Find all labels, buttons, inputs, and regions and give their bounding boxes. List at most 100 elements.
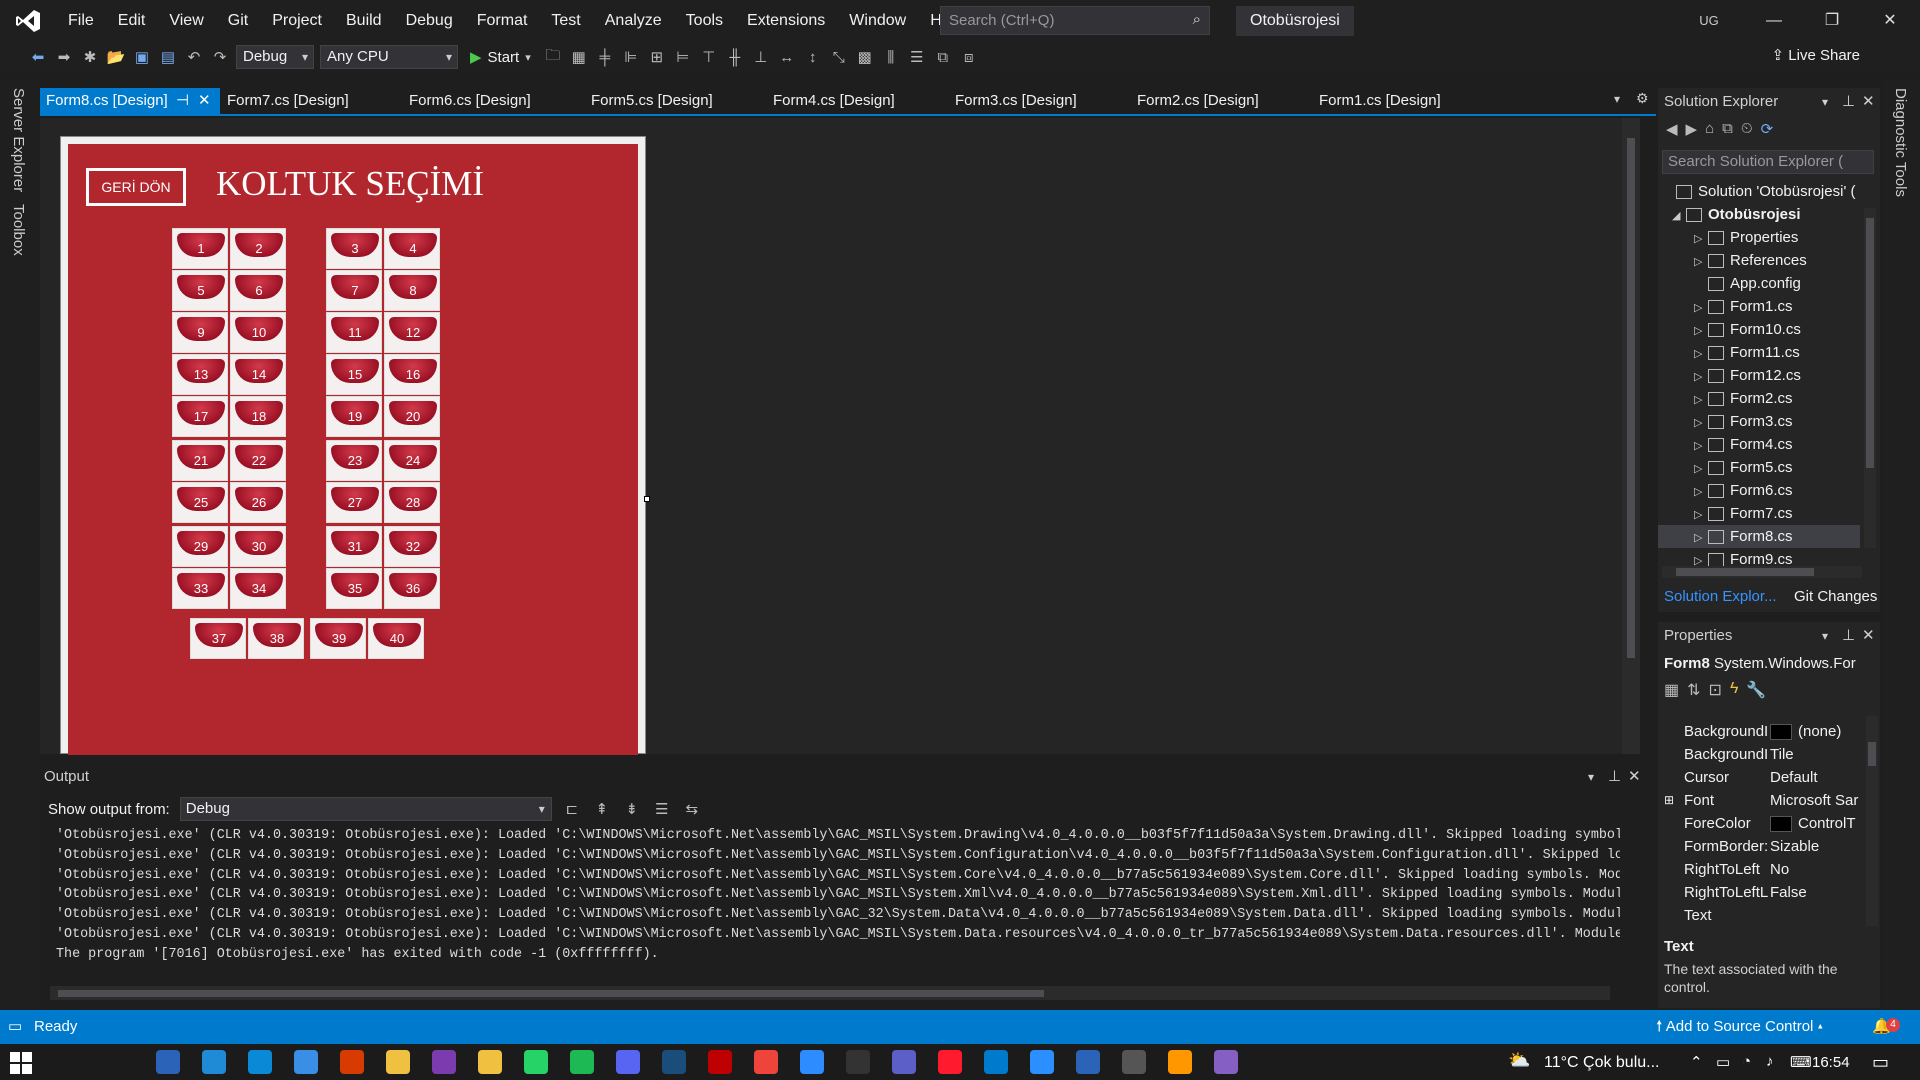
new-project-icon[interactable]: ✱ [80, 48, 100, 66]
menu-git[interactable]: Git [216, 0, 260, 42]
snap-grid-icon[interactable]: ▩ [855, 48, 875, 66]
tab-order-icon[interactable]: ▦ [569, 48, 589, 66]
tree-item-solution[interactable]: Solution 'Otobüsrojesi' ( [1658, 180, 1860, 203]
seat-button[interactable]: 1 [172, 228, 228, 269]
seat-button[interactable]: 20 [384, 396, 440, 437]
dock-icon[interactable] [1122, 1050, 1146, 1074]
sublime-icon[interactable] [1168, 1050, 1192, 1074]
panel-menu-icon[interactable]: ▾ [1588, 762, 1594, 792]
seat-button[interactable]: 16 [384, 354, 440, 395]
tree-item-form12-cs[interactable]: ▷ Form12.cs [1658, 364, 1860, 387]
expand-arrow-icon[interactable]: ▷ [1694, 343, 1708, 366]
seat-button[interactable]: 12 [384, 312, 440, 353]
forward-icon[interactable]: ▶ [1686, 120, 1698, 138]
filezilla-icon[interactable] [708, 1050, 732, 1074]
tab-overflow-icon[interactable]: ▾ [1614, 92, 1620, 106]
seat-button[interactable]: 37 [190, 618, 246, 659]
tray-chevron-up-icon[interactable]: ⌃ [1690, 1053, 1703, 1071]
discord-icon[interactable] [616, 1050, 640, 1074]
seat-button[interactable]: 8 [384, 270, 440, 311]
expand-arrow-icon[interactable]: ▷ [1694, 228, 1708, 251]
tree-item-form10-cs[interactable]: ▷ Form10.cs [1658, 318, 1860, 341]
tree-item-form11-cs[interactable]: ▷ Form11.cs [1658, 341, 1860, 364]
diagnostic-tools-tab[interactable]: Diagnostic Tools [1892, 88, 1909, 197]
property-row[interactable]: Text [1658, 904, 1866, 927]
whatsapp-icon[interactable] [524, 1050, 548, 1074]
bring-front-icon[interactable]: ⧉ [933, 49, 953, 66]
panel-menu-icon[interactable]: ▾ [1822, 622, 1828, 650]
expand-arrow-icon[interactable]: ▷ [1694, 527, 1708, 550]
tab-settings-gear-icon[interactable]: ⚙ [1636, 90, 1649, 107]
seat-button[interactable]: 24 [384, 440, 440, 481]
tree-horizontal-scrollbar[interactable] [1662, 566, 1862, 578]
properties-view-icon[interactable]: ⊡ [1709, 680, 1722, 700]
wifi-icon[interactable]: ◔ [1742, 1053, 1751, 1070]
close-panel-icon[interactable]: ✕ [1862, 88, 1875, 116]
same-height-icon[interactable]: ↕ [803, 49, 823, 66]
pin-panel-icon[interactable]: ⊥ [1608, 762, 1621, 792]
pending-changes-filter-icon[interactable]: ⏲ [1741, 120, 1753, 138]
seat-button[interactable]: 40 [368, 618, 424, 659]
tree-item-properties[interactable]: ▷ Properties [1658, 226, 1860, 249]
mail-icon[interactable] [294, 1050, 318, 1074]
seat-button[interactable]: 2 [230, 228, 286, 269]
seat-button[interactable]: 32 [384, 526, 440, 567]
close-tab-icon[interactable]: ✕ [198, 88, 211, 114]
resize-handle[interactable] [644, 496, 650, 502]
seat-button[interactable]: 22 [230, 440, 286, 481]
properties-object-select[interactable]: Form8 System.Windows.For [1664, 652, 1876, 676]
property-row[interactable]: ⊞ Font Microsoft Sar [1658, 789, 1866, 812]
action-center-icon[interactable]: ▭ [1872, 1052, 1889, 1073]
send-back-icon[interactable]: ⧈ [959, 49, 979, 66]
tab-form1-design[interactable]: Form1.cs [Design] [1313, 88, 1493, 114]
menu-analyze[interactable]: Analyze [593, 0, 674, 42]
pin-icon[interactable]: ⊣ [176, 88, 189, 114]
close-panel-icon[interactable]: ✕ [1628, 762, 1641, 792]
weather-text[interactable]: 11°C Çok bulu... [1544, 1054, 1660, 1072]
seat-button[interactable]: 18 [230, 396, 286, 437]
property-row[interactable]: BackgroundI (none) [1658, 720, 1866, 743]
align-center-icon[interactable]: ⊞ [647, 48, 667, 66]
spotify-icon[interactable] [570, 1050, 594, 1074]
tab-form3-design[interactable]: Form3.cs [Design] [949, 88, 1129, 114]
seat-button[interactable]: 26 [230, 482, 286, 523]
back-icon[interactable]: ◀ [1666, 120, 1678, 138]
minimize-icon[interactable]: — [1746, 0, 1802, 42]
seat-button[interactable]: 25 [172, 482, 228, 523]
task-view-icon[interactable] [110, 1050, 134, 1074]
store-icon[interactable] [156, 1050, 180, 1074]
seat-button[interactable]: 31 [326, 526, 382, 567]
tree-item-form1-cs[interactable]: ▷ Form1.cs [1658, 295, 1860, 318]
source-control-button[interactable]: 🠕 Add to Source Control ▴ [1656, 1010, 1823, 1044]
search-icon[interactable] [66, 1050, 90, 1074]
save-all-icon[interactable]: ▤ [158, 48, 178, 66]
tab-form6-design[interactable]: Form6.cs [Design] [403, 88, 583, 114]
designer-vertical-scrollbar[interactable] [1622, 118, 1640, 754]
form8-window[interactable]: GERİ DÖN KOLTUK SEÇİMİ 1 2 3 4 5 6 7 8 9 10 11 12 13… [60, 136, 646, 755]
pin-panel-icon[interactable]: ⊥ [1842, 88, 1855, 116]
tab-form4-design[interactable]: Form4.cs [Design] [767, 88, 947, 114]
property-row[interactable]: ForeColor ControlT [1658, 812, 1866, 835]
epic-games-icon[interactable] [846, 1050, 870, 1074]
seat-button[interactable]: 30 [230, 526, 286, 567]
align-left-icon[interactable]: ⊫ [621, 48, 641, 66]
anydesk-icon[interactable] [754, 1050, 778, 1074]
seat-button[interactable]: 7 [326, 270, 382, 311]
expand-arrow-icon[interactable]: ▷ [1694, 320, 1708, 343]
switch-views-icon[interactable]: ⧉ [1722, 120, 1733, 138]
user-avatar[interactable]: UG [1694, 8, 1724, 34]
pin-panel-icon[interactable]: ⊥ [1842, 622, 1855, 650]
tree-item-form5-cs[interactable]: ▷ Form5.cs [1658, 456, 1860, 479]
ime-icon[interactable]: ⌨ [1790, 1053, 1812, 1071]
next-message-icon[interactable]: ⇟ [622, 800, 642, 818]
seat-button[interactable]: 9 [172, 312, 228, 353]
seat-button[interactable]: 34 [230, 568, 286, 609]
volume-icon[interactable]: ♪ [1766, 1053, 1774, 1070]
save-icon[interactable]: ▣ [132, 48, 152, 66]
open-icon[interactable]: 📂 [106, 48, 126, 66]
clock[interactable]: 16:54 [1812, 1054, 1850, 1071]
menu-view[interactable]: View [157, 0, 215, 42]
seat-button[interactable]: 3 [326, 228, 382, 269]
expand-arrow-icon[interactable]: ▷ [1694, 366, 1708, 389]
tree-vertical-scrollbar[interactable] [1864, 208, 1876, 548]
